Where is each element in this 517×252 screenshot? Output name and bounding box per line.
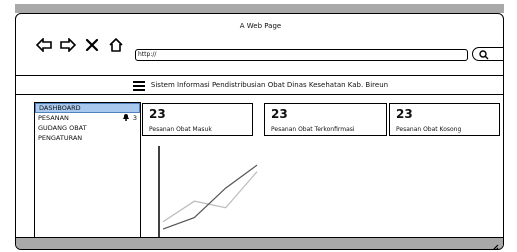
sidebar-item-gudang-obat[interactable]: GUDANG OBAT xyxy=(35,123,140,133)
card-value: 23 xyxy=(149,107,166,121)
series-line-1 xyxy=(162,164,258,230)
sidebar-item-dashboard[interactable]: DASHBOARD xyxy=(35,103,140,113)
sidebar-item-pengaturan[interactable]: PENGATURAN xyxy=(35,133,140,143)
card-label: Pesanan Obat Kosong xyxy=(396,126,462,133)
search-icon xyxy=(479,45,489,64)
bell-icon xyxy=(122,113,130,124)
card-value: 23 xyxy=(396,107,413,121)
browser-window: A Web Page http:// Sistem Informasi Pend… xyxy=(15,13,504,250)
address-bar[interactable]: http:// xyxy=(135,49,468,61)
forward-arrow-icon[interactable] xyxy=(60,37,76,53)
window-title: A Web Page xyxy=(239,22,282,30)
home-icon[interactable] xyxy=(108,37,124,53)
card-pesanan-masuk[interactable]: 23 Pesanan Obat Masuk xyxy=(142,103,253,136)
hamburger-menu-icon[interactable] xyxy=(132,76,145,95)
sidebar-item-label: PESANAN xyxy=(38,114,69,122)
badge-count: 3 xyxy=(132,114,137,122)
resize-handle-icon[interactable] xyxy=(489,238,499,249)
app-header: Sistem Informasi Pendistribusian Obat Di… xyxy=(16,76,503,95)
sidebar: DASHBOARD PESANAN 3 GUDANG OBAT PENGATUR… xyxy=(34,102,141,244)
header-bottom-divider xyxy=(16,94,503,95)
card-label: Pesanan Obat Masuk xyxy=(149,126,212,133)
sidebar-item-label: DASHBOARD xyxy=(39,104,81,112)
close-x-icon[interactable] xyxy=(84,37,100,53)
sidebar-item-pesanan[interactable]: PESANAN 3 xyxy=(35,113,140,123)
top-bar xyxy=(15,4,504,13)
app-title: Sistem Informasi Pendistribusian Obat Di… xyxy=(150,81,389,89)
chart-series-group xyxy=(162,164,258,230)
status-bar xyxy=(16,237,503,249)
browser-nav xyxy=(36,37,124,53)
card-label: Pesanan Obat Terkonfirmasi xyxy=(271,126,355,133)
back-arrow-icon[interactable] xyxy=(36,37,52,53)
card-value: 23 xyxy=(271,107,288,121)
search-button[interactable] xyxy=(472,45,503,64)
page: A Web Page http:// Sistem Informasi Pend… xyxy=(0,0,517,252)
sidebar-item-label: GUDANG OBAT xyxy=(38,124,87,132)
card-pesanan-kosong[interactable]: 23 Pesanan Obat Kosong xyxy=(389,103,500,136)
sidebar-item-label: PENGATURAN xyxy=(38,134,83,142)
series-line-0 xyxy=(162,171,258,223)
card-pesanan-terkonfirmasi[interactable]: 23 Pesanan Obat Terkonfirmasi xyxy=(264,103,387,136)
notification-badge: 3 xyxy=(122,113,137,124)
line-chart xyxy=(158,146,261,239)
